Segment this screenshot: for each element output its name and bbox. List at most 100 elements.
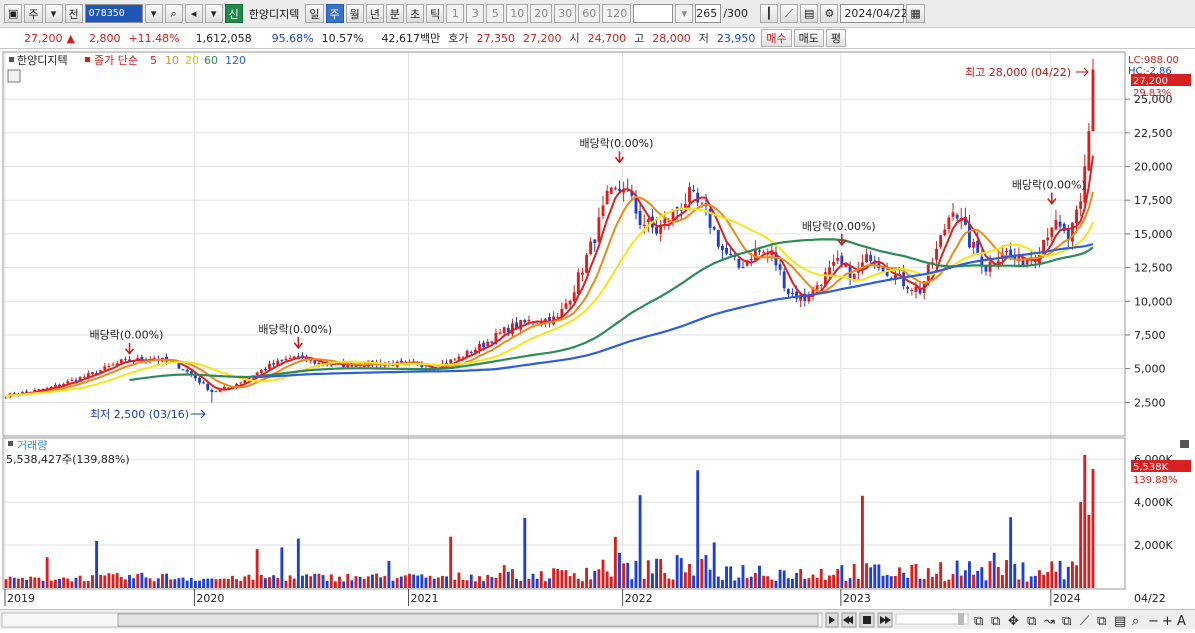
- candle-body: [947, 217, 951, 230]
- interval-3[interactable]: 3: [466, 4, 485, 23]
- candle-body: [469, 351, 473, 353]
- volume-bar: [560, 570, 564, 588]
- zoom-slider[interactable]: [895, 613, 969, 625]
- trend-icon[interactable]: ↝: [1044, 614, 1055, 629]
- volume-bar: [650, 573, 654, 588]
- volume-bar: [292, 578, 296, 588]
- stock-code-input[interactable]: 078350: [84, 4, 143, 23]
- volume-bar: [25, 579, 29, 588]
- draw-icon[interactable]: ⟋: [1080, 614, 1090, 629]
- evaluation-button[interactable]: 평: [825, 29, 847, 47]
- candle-body: [581, 272, 584, 275]
- volume-pct-tag: 139.88%: [1133, 475, 1178, 486]
- candle-body: [601, 205, 605, 217]
- close-icon[interactable]: [1180, 440, 1189, 448]
- interval-5[interactable]: 5: [486, 4, 505, 23]
- chart-compare-icon[interactable]: ⧉: [1027, 614, 1036, 629]
- volume-bar: [111, 574, 115, 588]
- interval-custom-input[interactable]: [633, 4, 674, 23]
- zoom-handle[interactable]: [958, 613, 964, 625]
- chart-area[interactable]: 배당락(0.00%) 배당락(0.00%) 배당락(0.00%) 배당락(0.00%)…: [0, 50, 1195, 629]
- sound-dropdown-icon[interactable]: ▾: [204, 4, 223, 23]
- volume-bar: [177, 578, 181, 588]
- volume-bar: [119, 577, 123, 588]
- candle-type-icon[interactable]: ┃: [759, 4, 778, 23]
- candle-body: [712, 227, 716, 230]
- date-input[interactable]: 2024/04/22: [840, 4, 908, 23]
- volume-bar: [716, 576, 720, 588]
- interval-30[interactable]: 30: [554, 4, 577, 23]
- period-minute[interactable]: 분: [385, 4, 405, 23]
- stock-chart[interactable]: 배당락(0.00%) 배당락(0.00%) 배당락(0.00%) 배당락(0.00%)…: [0, 50, 1195, 609]
- volume-bar: [78, 575, 82, 588]
- candle-body: [1054, 220, 1058, 230]
- period-tick[interactable]: 틱: [426, 4, 445, 23]
- volume-bar: [984, 580, 988, 588]
- calendar-icon[interactable]: ▦: [906, 4, 925, 23]
- list-icon[interactable]: ▤: [1114, 614, 1126, 629]
- volume-bar: [333, 581, 337, 588]
- volume-bar: [465, 580, 469, 588]
- split-view-icon[interactable]: ⧉: [974, 614, 983, 629]
- period-week[interactable]: 주: [325, 4, 344, 23]
- scroll-thumb[interactable]: [117, 613, 819, 627]
- table-icon[interactable]: [7, 69, 21, 83]
- volume-bar: [268, 577, 271, 588]
- volume-bar: [762, 575, 766, 588]
- volume-bar: [214, 579, 218, 588]
- gear-icon[interactable]: ⚙: [820, 4, 839, 23]
- market-select[interactable]: 주: [24, 4, 43, 23]
- volume-bar: [478, 576, 481, 588]
- layout-icon[interactable]: ▣: [4, 4, 23, 23]
- current-price: 27,200: [24, 31, 63, 45]
- interval-dropdown-icon[interactable]: ▾: [675, 4, 694, 23]
- copy-icon[interactable]: ⧉: [1097, 614, 1106, 629]
- buy-button[interactable]: 매수: [761, 29, 792, 47]
- volume-bar: [469, 574, 473, 588]
- volume-bar: [795, 572, 798, 588]
- multi-window-icon[interactable]: ⧉: [1062, 614, 1071, 629]
- price-tick-label: 12,500: [1134, 262, 1173, 275]
- draw-line-icon[interactable]: ⟋: [779, 4, 798, 23]
- period-year[interactable]: 년: [365, 4, 384, 23]
- magnifier-icon[interactable]: ⌕: [1132, 614, 1139, 629]
- candle-body: [259, 369, 263, 373]
- period-second[interactable]: 초: [406, 4, 425, 23]
- volume-bar: [58, 578, 61, 588]
- volume-bar: [836, 568, 840, 588]
- interval-10[interactable]: 10: [506, 4, 529, 23]
- zoom-in-icon[interactable]: +: [1162, 614, 1173, 629]
- prev-button[interactable]: 전: [64, 4, 83, 23]
- period-month[interactable]: 월: [345, 4, 364, 23]
- interval-120[interactable]: 120: [602, 4, 632, 23]
- save-icon[interactable]: ▤: [799, 4, 819, 23]
- volume-bar: [943, 581, 947, 588]
- chevron-down-icon[interactable]: ▾: [44, 4, 63, 23]
- period-day[interactable]: 일: [305, 4, 324, 23]
- volume-bar: [992, 552, 996, 588]
- price-tick-label: 2,500: [1134, 396, 1166, 409]
- window-icon[interactable]: ⧉: [991, 614, 1000, 629]
- volume-bar: [428, 575, 432, 588]
- code-dropdown-icon[interactable]: ▾: [144, 4, 163, 23]
- volume-bar: [1083, 454, 1087, 588]
- interval-60[interactable]: 60: [578, 4, 601, 23]
- price-tick-label: 7,500: [1134, 329, 1166, 342]
- candle-body: [646, 219, 650, 222]
- sound-icon[interactable]: ◂: [184, 4, 203, 23]
- bar-count-input[interactable]: 265: [695, 4, 722, 23]
- interval-1[interactable]: 1: [446, 4, 465, 23]
- volume-bar: [247, 574, 251, 588]
- volume-bar: [231, 575, 234, 588]
- search-icon[interactable]: ⌕: [164, 4, 183, 23]
- x-tick-label: 2024: [1053, 592, 1081, 605]
- volume-bar: [350, 580, 354, 588]
- sell-button[interactable]: 매도: [793, 29, 824, 47]
- font-size-icon[interactable]: A: [1177, 614, 1186, 629]
- interval-20[interactable]: 20: [530, 4, 553, 23]
- candle-body: [585, 254, 588, 273]
- volume-bar: [383, 576, 387, 588]
- volume-bar: [342, 581, 346, 588]
- pan-icon[interactable]: ✥: [1008, 614, 1019, 629]
- zoom-out-icon[interactable]: −: [1148, 614, 1159, 629]
